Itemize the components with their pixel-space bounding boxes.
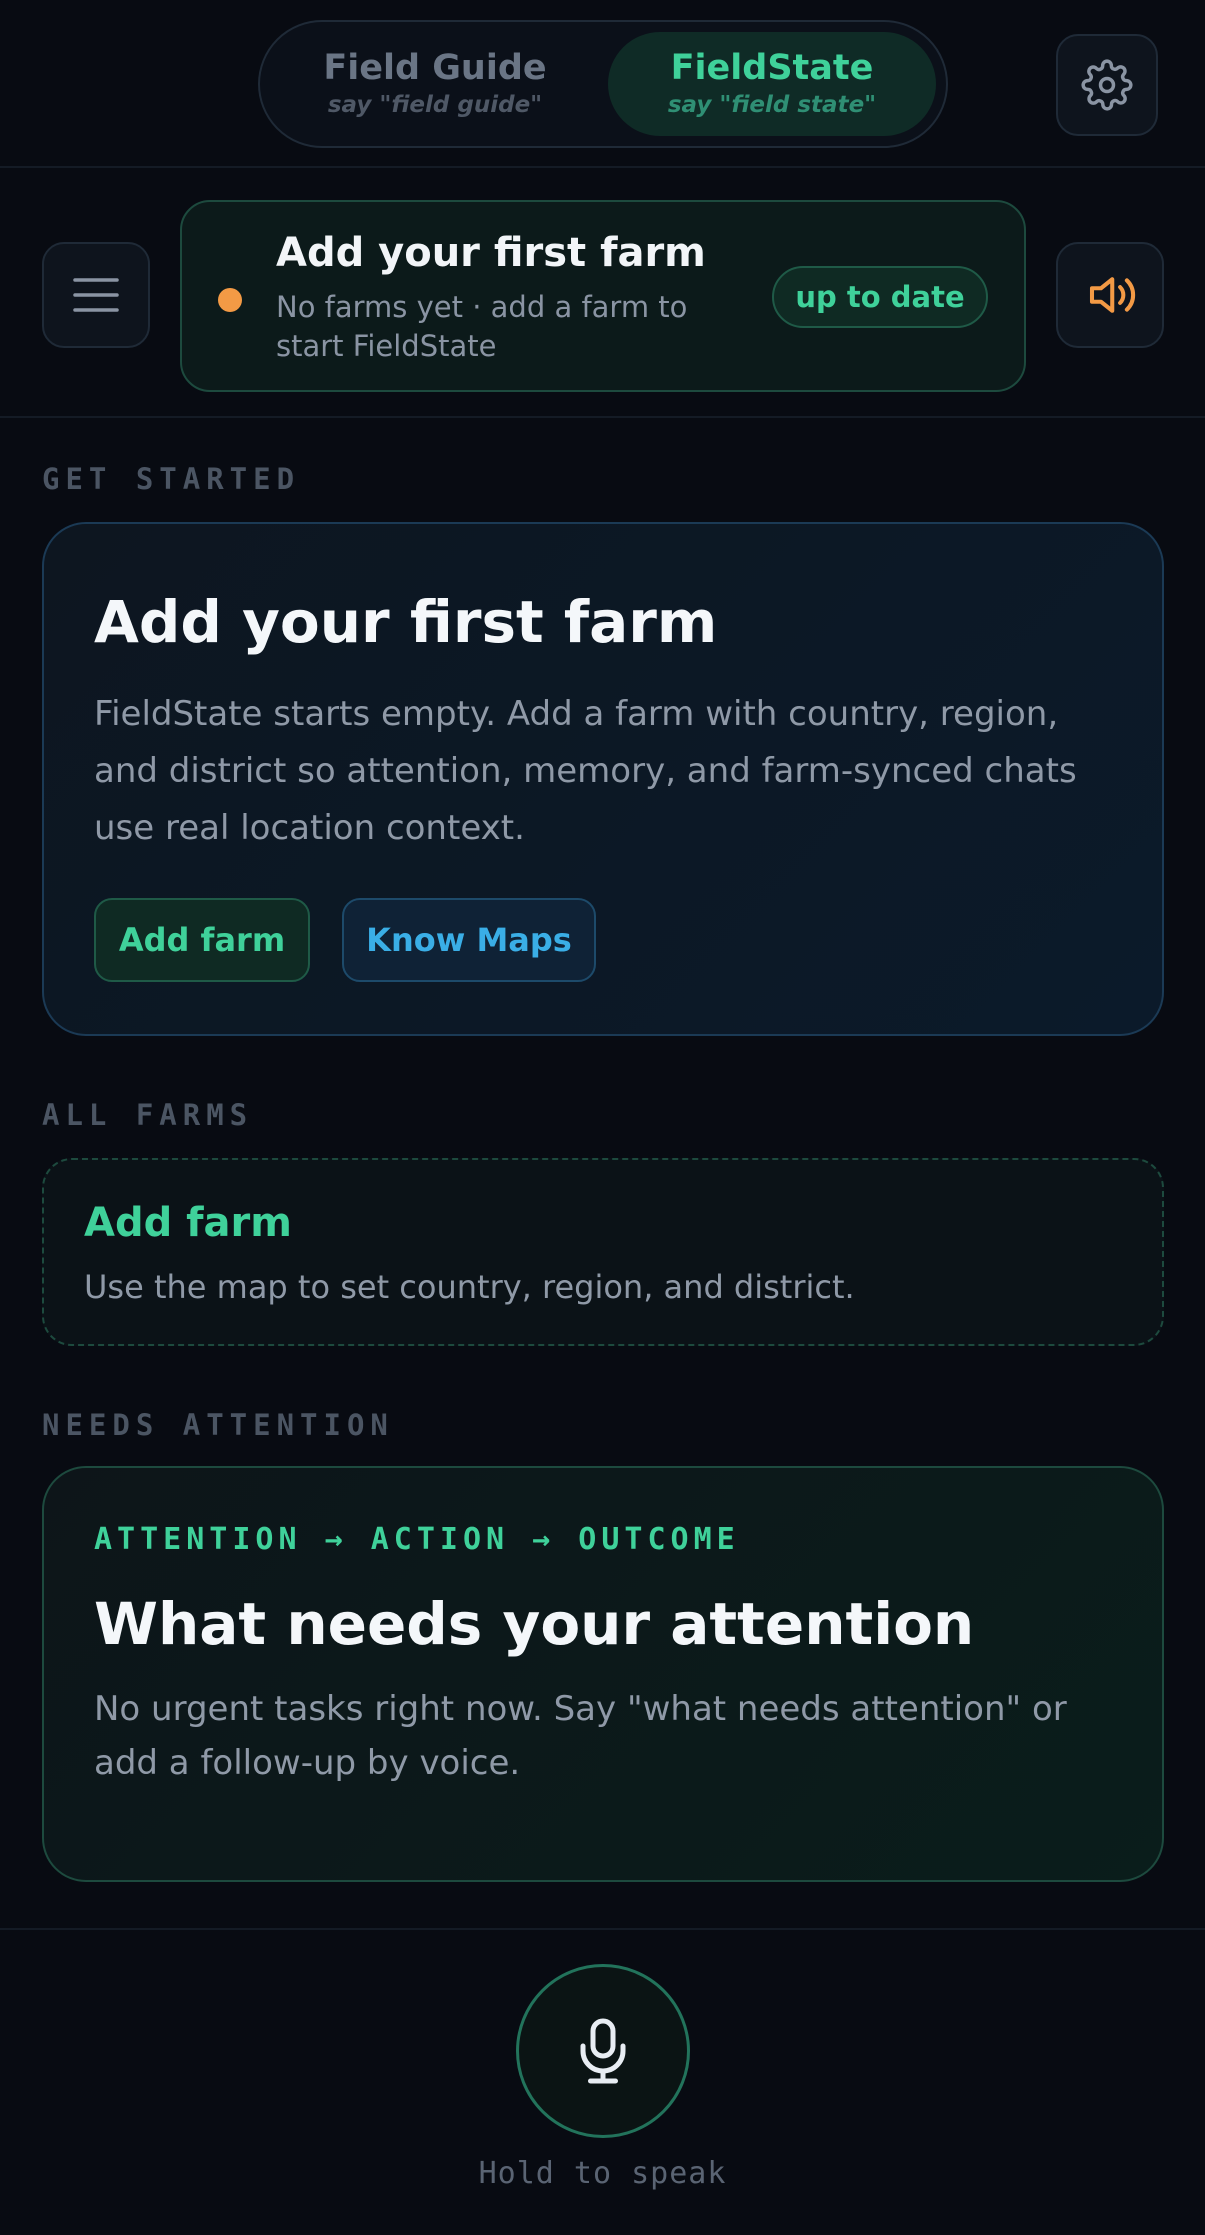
add-farm-tile[interactable]: Add farm Use the map to set country, reg…	[42, 1158, 1164, 1346]
add-farm-tile-title: Add farm	[84, 1200, 292, 1246]
attention-title: What needs your attention	[94, 1590, 975, 1658]
get-started-body: FieldState starts empty. Add a farm with…	[94, 694, 1077, 848]
know-maps-button[interactable]: Know Maps	[342, 898, 596, 982]
speaker-button[interactable]	[1056, 242, 1164, 348]
settings-button[interactable]	[1056, 34, 1158, 136]
get-started-title: Add your first farm	[94, 588, 718, 656]
section-label-all-farms: ALL FARMS	[42, 1098, 254, 1132]
get-started-card: Add your first farm FieldState starts em…	[42, 522, 1164, 1036]
status-dot	[218, 288, 242, 312]
voice-bar: Hold to speak	[0, 1928, 1205, 2235]
hamburger-menu-icon	[73, 278, 119, 312]
app: Field Guide say "field guide" FieldState…	[0, 0, 1205, 2235]
gear-icon	[1081, 59, 1133, 111]
menu-button[interactable]	[42, 242, 150, 348]
sync-status-badge: up to date	[772, 266, 988, 328]
mode-field-guide[interactable]: Field Guide say "field guide"	[270, 32, 600, 136]
mode-switch: Field Guide say "field guide" FieldState…	[258, 20, 948, 148]
mode-field-guide-title: Field Guide	[323, 48, 547, 88]
microphone-icon	[580, 2018, 626, 2084]
status-title: Add your first farm	[276, 230, 706, 276]
hold-to-speak-label: Hold to speak	[478, 2156, 727, 2191]
status-row: Add your first farm No farms yet · add a…	[0, 170, 1205, 418]
needs-attention-card: ATTENTION → ACTION → OUTCOME What needs …	[42, 1466, 1164, 1882]
section-label-needs-attention: NEEDS ATTENTION	[42, 1408, 394, 1442]
add-farm-tile-subtitle: Use the map to set country, region, and …	[84, 1268, 855, 1306]
attention-kicker: ATTENTION → ACTION → OUTCOME	[94, 1522, 740, 1557]
mode-field-state-title: FieldState	[670, 48, 874, 88]
section-label-get-started: GET STARTED	[42, 462, 301, 496]
mode-field-state[interactable]: FieldState say "field state"	[608, 32, 936, 136]
mode-field-state-hint: say "field state"	[667, 92, 877, 118]
top-bar: Field Guide say "field guide" FieldState…	[0, 0, 1205, 168]
hold-to-speak-button[interactable]	[516, 1964, 690, 2138]
farm-status-card[interactable]: Add your first farm No farms yet · add a…	[180, 200, 1026, 392]
mode-field-guide-hint: say "field guide"	[327, 92, 543, 118]
attention-body: No urgent tasks right now. Say "what nee…	[94, 1689, 1067, 1783]
add-farm-button[interactable]: Add farm	[94, 898, 310, 982]
status-subtitle: No farms yet · add a farm to start Field…	[276, 290, 688, 363]
speaker-volume-icon	[1089, 277, 1136, 313]
